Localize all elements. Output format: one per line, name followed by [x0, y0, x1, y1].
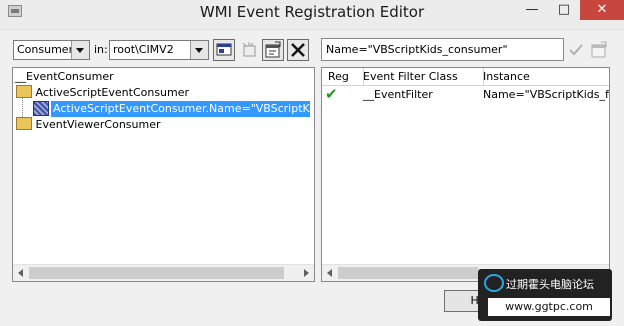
register-button[interactable] — [565, 39, 587, 61]
instance-icon — [33, 101, 49, 116]
tree-item-label: EventViewerConsumer — [35, 118, 161, 131]
column-header-class[interactable]: Event Filter Class — [357, 68, 484, 85]
close-window-button[interactable]: ✕ — [580, 0, 624, 20]
filter-list[interactable]: Reg Event Filter Class Instance ✔ __Even… — [321, 67, 610, 282]
watermark-logo-icon — [484, 274, 504, 292]
folder-icon — [16, 117, 32, 130]
namespace-value: root\CIMV2 — [113, 43, 174, 56]
properties-icon — [265, 41, 281, 58]
delete-button[interactable] — [287, 39, 309, 61]
new-instance-icon — [242, 42, 256, 57]
tree-root[interactable]: __EventConsumer — [15, 69, 114, 85]
new-instance-button[interactable] — [238, 39, 260, 61]
namespace-select[interactable]: root\CIMV2 — [109, 40, 209, 60]
column-header-instance[interactable]: Instance — [477, 68, 615, 85]
minimize-button[interactable]: — — [517, 0, 547, 20]
instance-cell: Name="VBScriptKids_filter" — [483, 88, 609, 101]
filter-properties-button[interactable] — [588, 39, 610, 61]
window-icon — [216, 43, 232, 56]
watermark-url: www.ggtpc.com — [488, 298, 610, 316]
selected-instance-label[interactable]: ActiveScriptEventConsumer.Name="VBScript… — [51, 101, 310, 117]
chevron-down-icon[interactable] — [190, 41, 208, 59]
chevron-down-icon[interactable] — [71, 41, 89, 59]
filter-list-header: Reg Event Filter Class Instance — [322, 68, 609, 86]
consumer-tree[interactable]: __EventConsumer ActiveScriptEventConsume… — [12, 67, 315, 282]
watermark-text: 过期霍头电脑论坛 — [506, 278, 594, 291]
tree-hscrollbar[interactable] — [13, 264, 314, 281]
scroll-thumb[interactable] — [29, 267, 284, 279]
tree-item-label: ActiveScriptEventConsumer — [35, 86, 190, 99]
close-icon — [291, 43, 305, 57]
filter-class-cell: __EventFilter — [363, 88, 433, 101]
folder-icon — [16, 85, 32, 98]
tree-item-instance[interactable] — [33, 101, 49, 117]
scroll-thumb[interactable] — [338, 267, 478, 279]
scroll-right-icon[interactable] — [304, 269, 309, 277]
registered-check-icon[interactable]: ✔ — [325, 85, 338, 103]
view-class-button[interactable] — [213, 39, 235, 61]
tree-item-event-viewer[interactable]: EventViewerConsumer — [16, 117, 161, 133]
properties-icon — [591, 41, 607, 58]
class-type-value: Consumers — [17, 43, 79, 56]
scroll-left-icon[interactable] — [327, 269, 332, 277]
check-icon — [569, 44, 583, 56]
maximize-button[interactable]: □ — [549, 0, 579, 20]
scroll-left-icon[interactable] — [18, 269, 23, 277]
properties-button[interactable] — [262, 39, 284, 61]
tree-item-active-script[interactable]: ActiveScriptEventConsumer — [16, 85, 189, 101]
selected-consumer-field: Name="VBScriptKids_consumer" — [321, 38, 564, 61]
table-row[interactable]: ✔ __EventFilter Name="VBScriptKids_filte… — [322, 85, 609, 103]
class-type-select[interactable]: Consumers — [13, 40, 90, 60]
